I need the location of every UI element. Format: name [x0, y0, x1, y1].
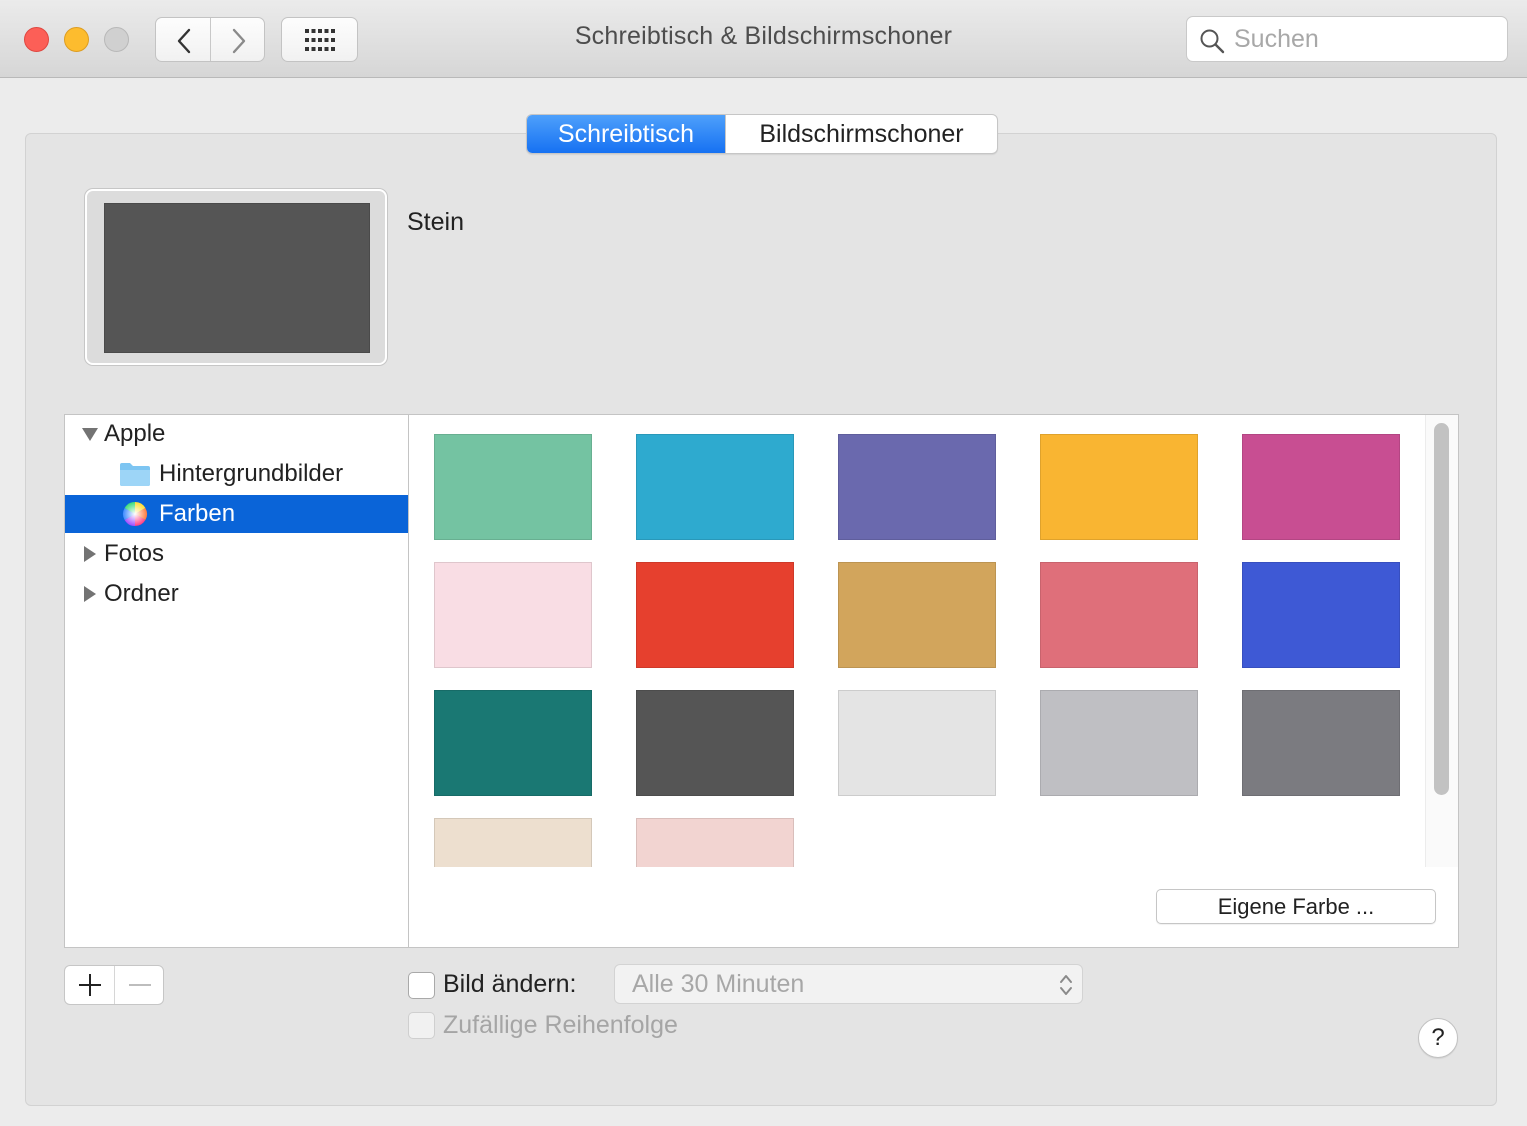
color-swatch[interactable] [838, 562, 996, 668]
sidebar-item-farben[interactable]: Farben [65, 495, 408, 533]
tab-bildschirmschoner[interactable]: Bildschirmschoner [725, 115, 997, 153]
sidebar-item-label: Fotos [104, 540, 165, 567]
random-order-label: Zufällige Reihenfolge [443, 1011, 678, 1039]
sidebar-item-label: Farben [159, 500, 236, 527]
updown-chevron-icon [1060, 975, 1072, 995]
add-remove-control [64, 965, 164, 1005]
color-swatch[interactable] [1040, 690, 1198, 796]
tab-bar: Schreibtisch Bildschirmschoner [526, 114, 998, 154]
minus-icon [128, 984, 151, 986]
color-swatch[interactable] [434, 690, 592, 796]
preview-name: Stein [407, 208, 464, 236]
help-button[interactable]: ? [1418, 1018, 1458, 1058]
interval-value: Alle 30 Minuten [632, 970, 805, 998]
sidebar-item-label: Ordner [104, 580, 179, 607]
sidebar-item-fotos[interactable]: Fotos [65, 535, 408, 573]
change-picture-label: Bild ändern: [443, 970, 577, 998]
disclosure-right-icon[interactable] [83, 545, 97, 563]
remove-folder-button[interactable] [115, 966, 164, 1004]
desktop-preview [85, 189, 387, 365]
color-swatch[interactable] [636, 434, 794, 540]
search-icon [1200, 29, 1225, 54]
tab-schreibtisch[interactable]: Schreibtisch [527, 115, 725, 153]
color-swatch[interactable] [434, 818, 592, 867]
color-swatch[interactable] [636, 690, 794, 796]
add-folder-button[interactable] [65, 966, 114, 1004]
disclosure-down-icon[interactable] [81, 427, 99, 442]
color-swatch[interactable] [434, 434, 592, 540]
sidebar-item-hintergrundbilder[interactable]: Hintergrundbilder [65, 455, 408, 493]
sidebar-item-label: Apple [104, 420, 166, 447]
color-swatch[interactable] [1242, 690, 1400, 796]
desktop-preview-image [104, 203, 370, 353]
color-grid-scroll-area [409, 415, 1425, 867]
search-field[interactable]: Suchen [1186, 16, 1508, 62]
color-swatch[interactable] [838, 690, 996, 796]
random-order-checkbox[interactable] [408, 1012, 435, 1039]
search-placeholder: Suchen [1234, 25, 1319, 53]
color-swatch[interactable] [636, 818, 794, 867]
color-swatch[interactable] [838, 434, 996, 540]
color-grid: Eigene Farbe ... [408, 414, 1459, 948]
sidebar-item-ordner[interactable]: Ordner [65, 575, 408, 613]
color-swatch[interactable] [1242, 562, 1400, 668]
color-wheel-icon [122, 502, 148, 526]
sidebar-item-label: Hintergrundbilder [159, 460, 344, 487]
vertical-scrollbar[interactable] [1425, 415, 1458, 867]
scrollbar-thumb[interactable] [1434, 423, 1449, 795]
color-swatch[interactable] [1040, 434, 1198, 540]
sidebar-item-apple[interactable]: Apple [65, 415, 408, 453]
disclosure-right-icon[interactable] [83, 585, 97, 603]
plus-icon [78, 974, 101, 996]
color-swatch[interactable] [434, 562, 592, 668]
color-swatch[interactable] [1040, 562, 1198, 668]
folder-icon [120, 463, 150, 486]
interval-popup[interactable]: Alle 30 Minuten [614, 964, 1083, 1004]
change-picture-checkbox[interactable] [408, 972, 435, 999]
source-list: Apple Hintergrundbilder Farben Fotos Ord… [64, 414, 409, 948]
color-swatch[interactable] [636, 562, 794, 668]
custom-color-button[interactable]: Eigene Farbe ... [1156, 889, 1436, 924]
color-swatch[interactable] [1242, 434, 1400, 540]
